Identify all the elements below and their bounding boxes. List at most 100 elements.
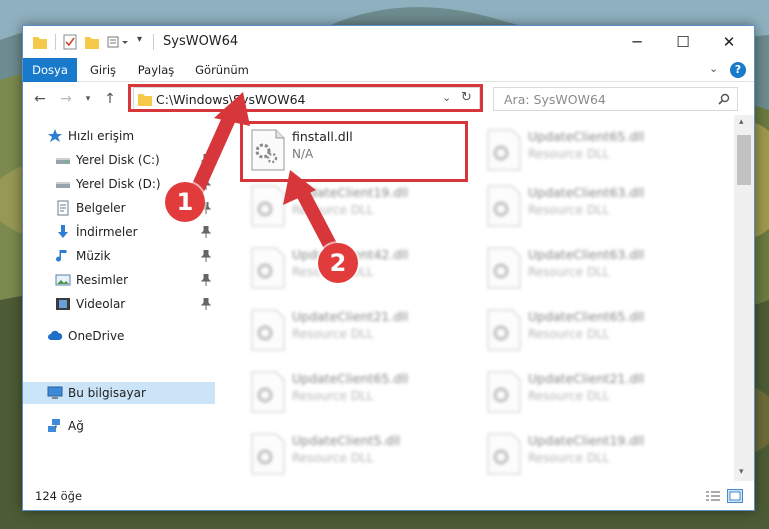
pin-icon[interactable]	[201, 226, 211, 238]
file-type: Resource DLL	[528, 451, 610, 465]
file-item[interactable]: UpdateClient65.dll Resource DLL	[242, 365, 482, 421]
scroll-up-icon[interactable]: ▴	[739, 117, 744, 127]
vertical-scrollbar[interactable]: ▴ ▾	[734, 115, 754, 481]
file-name: UpdateClient65.dll	[528, 129, 645, 144]
drive-icon	[56, 158, 70, 164]
dll-file-icon	[487, 185, 521, 227]
file-item[interactable]: UpdateClient19.dll Resource DLL	[242, 179, 482, 235]
file-type: Resource DLL	[292, 203, 374, 217]
network-icon	[48, 419, 60, 432]
scroll-down-icon[interactable]: ▾	[739, 467, 744, 477]
ribbon-expand-icon[interactable]: ⌄	[709, 62, 718, 75]
sidebar-item-music[interactable]: Müzik	[23, 245, 215, 267]
forward-arrow-icon[interactable]: →	[55, 88, 77, 110]
file-name: UpdateClient19.dll	[292, 185, 409, 200]
maximize-button[interactable]: ☐	[660, 26, 706, 58]
dll-file-icon	[251, 309, 285, 351]
scroll-thumb[interactable]	[737, 135, 751, 185]
recent-locations-icon[interactable]: ▾	[77, 88, 99, 110]
file-item[interactable]: UpdateClient42.dll Resource DLL	[242, 241, 482, 297]
file-highlight	[240, 121, 468, 182]
address-bar-highlight	[128, 84, 483, 112]
file-type: Resource DLL	[528, 203, 610, 217]
pin-icon[interactable]	[201, 274, 211, 286]
minimize-button[interactable]: ─	[614, 26, 660, 58]
quick-access-dropdown-icon[interactable]: ▾	[137, 34, 142, 50]
cloud-icon	[48, 330, 63, 340]
back-arrow-icon[interactable]: ←	[29, 88, 51, 110]
sidebar-item-videos[interactable]: Videolar	[23, 293, 215, 315]
ribbon-tabs: Dosya Giriş Paylaş Görünüm ⌄ ?	[23, 58, 754, 82]
step-marker-2: 2	[318, 243, 358, 283]
sidebar-item-downloads[interactable]: İndirmeler	[23, 221, 215, 243]
file-type: Resource DLL	[528, 389, 610, 403]
title-bar: ▾ SysWOW64 ─ ☐ ✕	[23, 26, 754, 58]
dll-file-icon	[487, 433, 521, 475]
tab-share[interactable]: Paylaş	[131, 58, 181, 82]
tab-home[interactable]: Giriş	[81, 58, 125, 82]
computer-icon	[47, 386, 63, 399]
sidebar-item-onedrive[interactable]: OneDrive	[23, 325, 215, 347]
close-button[interactable]: ✕	[706, 26, 752, 58]
file-type: Resource DLL	[292, 389, 374, 403]
tab-file[interactable]: Dosya	[23, 58, 77, 82]
dll-file-icon	[487, 309, 521, 351]
file-type: Resource DLL	[528, 147, 610, 161]
pin-icon[interactable]	[201, 178, 211, 190]
dll-file-icon	[251, 371, 285, 413]
dll-file-icon	[487, 129, 521, 171]
help-icon[interactable]: ?	[730, 62, 746, 78]
search-icon[interactable]	[718, 93, 730, 105]
file-item[interactable]: UpdateClient65.dll Resource DLL	[478, 123, 718, 179]
properties-icon[interactable]	[63, 34, 77, 50]
folder-icon[interactable]	[33, 34, 47, 50]
drive-icon	[56, 182, 70, 188]
search-input[interactable]: Ara: SysWOW64	[504, 92, 606, 107]
pin-icon[interactable]	[201, 298, 211, 310]
file-type: Resource DLL	[292, 327, 374, 341]
file-name: UpdateClient21.dll	[528, 371, 645, 386]
sidebar-item-this-pc[interactable]: Bu bilgisayar	[23, 382, 215, 404]
window-title: SysWOW64	[163, 34, 239, 49]
file-item[interactable]: UpdateClient19.dll Resource DLL	[478, 427, 718, 481]
star-icon	[48, 129, 62, 142]
navigation-pane: Hızlı erişim Yerel Disk (C:) Yerel Disk …	[23, 115, 215, 481]
document-icon	[57, 200, 69, 216]
sidebar-item-pictures[interactable]: Resimler	[23, 269, 215, 291]
dll-file-icon	[487, 247, 521, 289]
item-count: 124 öğe	[35, 489, 83, 503]
dll-file-icon	[487, 371, 521, 413]
file-type: Resource DLL	[292, 451, 374, 465]
file-name: UpdateClient19.dll	[528, 433, 645, 448]
file-name: UpdateClient63.dll	[528, 185, 645, 200]
sidebar-item-network[interactable]: Ağ	[23, 415, 215, 437]
dll-file-icon	[251, 247, 285, 289]
large-icons-view-icon[interactable]	[727, 489, 743, 503]
file-item[interactable]: UpdateClient5.dll Resource DLL	[242, 427, 482, 481]
tab-view[interactable]: Görünüm	[191, 58, 253, 82]
pin-icon[interactable]	[201, 154, 211, 166]
download-icon	[58, 225, 68, 238]
sidebar-item-quick-access[interactable]: Hızlı erişim	[23, 125, 215, 147]
file-item[interactable]: UpdateClient21.dll Resource DLL	[242, 303, 482, 359]
video-icon	[56, 298, 70, 310]
divider	[55, 34, 56, 50]
pin-icon[interactable]	[201, 250, 211, 262]
file-item[interactable]: UpdateClient63.dll Resource DLL	[478, 179, 718, 235]
status-bar: 124 öğe	[23, 481, 754, 510]
file-name: UpdateClient65.dll	[528, 309, 645, 324]
file-item[interactable]: UpdateClient21.dll Resource DLL	[478, 365, 718, 421]
customize-toolbar-icon[interactable]	[107, 34, 129, 50]
file-name: UpdateClient5.dll	[292, 433, 401, 448]
file-type: Resource DLL	[528, 327, 610, 341]
file-name: UpdateClient65.dll	[292, 371, 409, 386]
search-box[interactable]: Ara: SysWOW64	[493, 87, 738, 111]
pictures-icon	[55, 274, 71, 286]
file-item[interactable]: UpdateClient63.dll Resource DLL	[478, 241, 718, 297]
file-name: UpdateClient21.dll	[292, 309, 409, 324]
sidebar-item-local-disk-c[interactable]: Yerel Disk (C:)	[23, 149, 215, 171]
details-view-icon[interactable]	[705, 490, 721, 502]
file-item[interactable]: UpdateClient65.dll Resource DLL	[478, 303, 718, 359]
up-arrow-icon[interactable]: ↑	[99, 88, 121, 110]
new-folder-icon[interactable]	[85, 34, 99, 50]
